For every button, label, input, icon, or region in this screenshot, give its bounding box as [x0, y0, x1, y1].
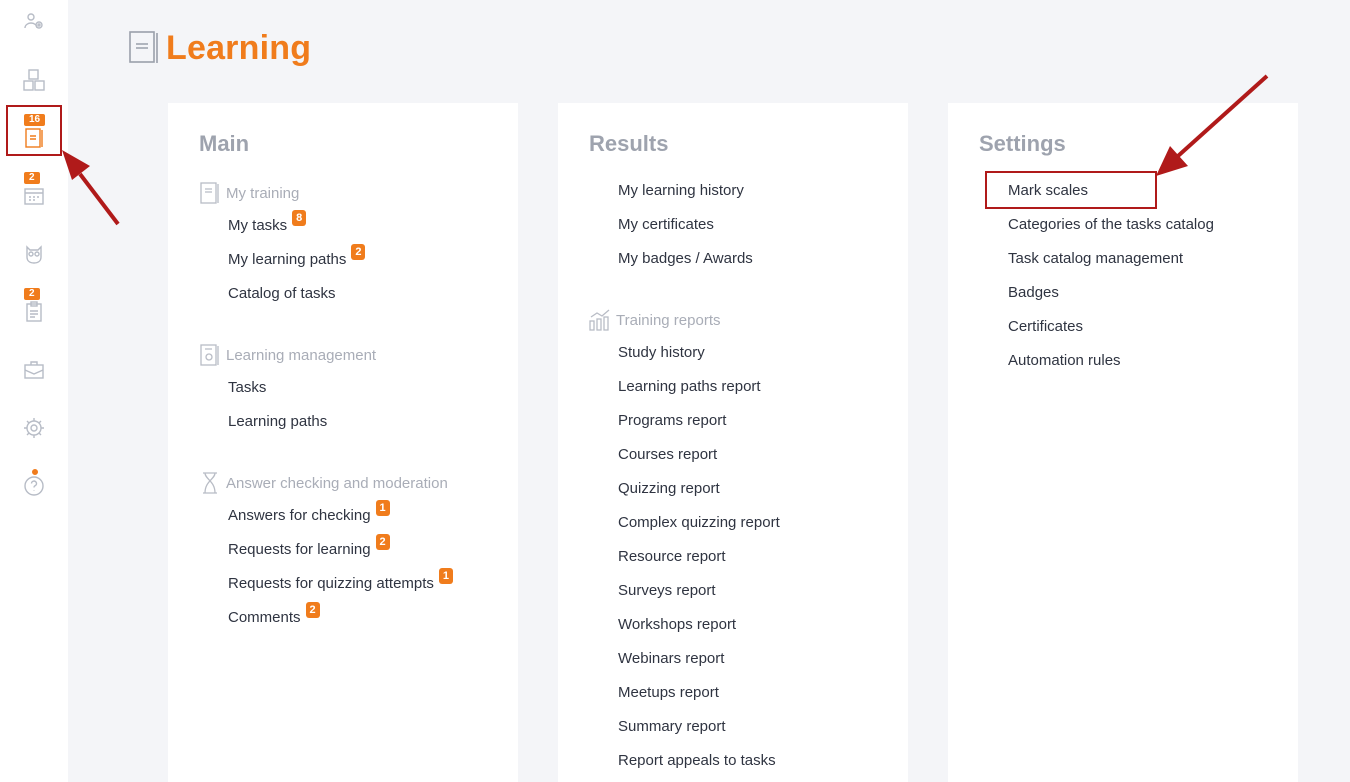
annotation-arrows	[62, 74, 1269, 226]
arrow-to-sidebar	[62, 150, 120, 226]
arrow-to-mark-scales	[1156, 74, 1269, 176]
